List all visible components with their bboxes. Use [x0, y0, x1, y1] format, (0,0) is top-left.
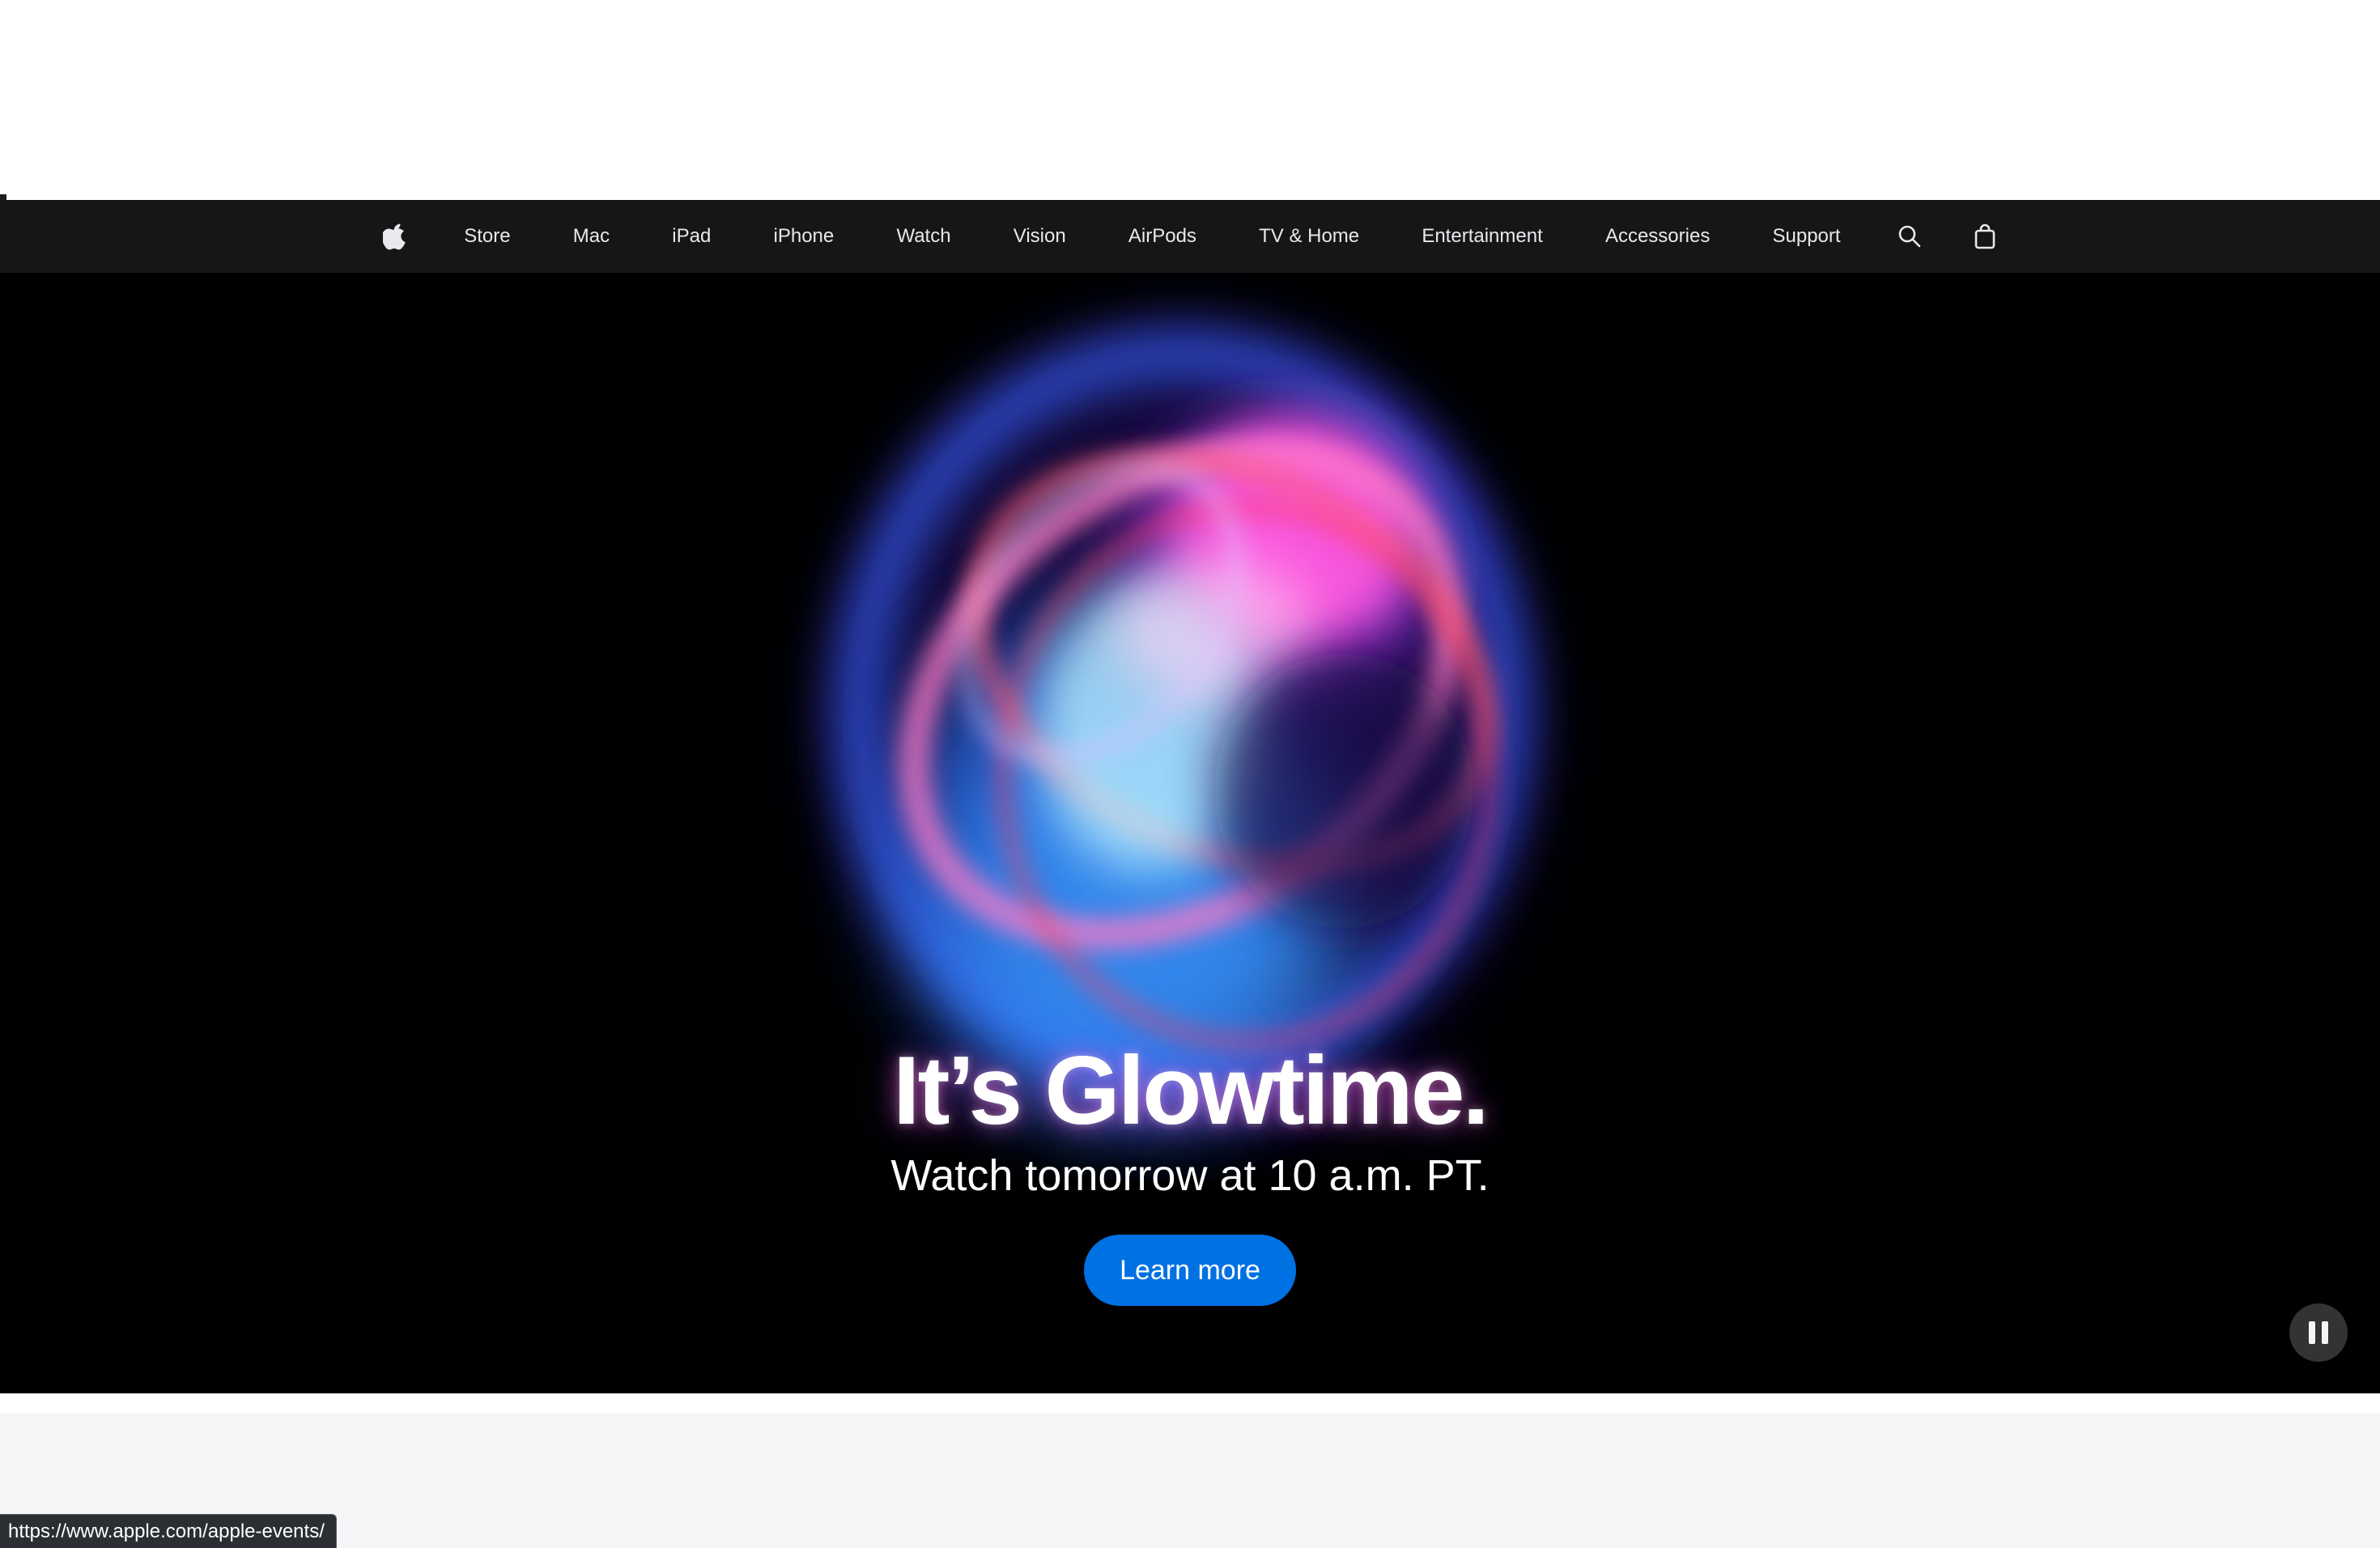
pause-icon [2306, 1321, 2331, 1344]
nav-item-store[interactable]: Store [456, 200, 518, 273]
learn-more-button[interactable]: Learn more [1084, 1235, 1296, 1306]
section-divider [0, 1393, 2380, 1413]
nav-item-entertainment[interactable]: Entertainment [1413, 200, 1550, 273]
bag-icon[interactable] [1970, 200, 2000, 273]
nav-item-accessories[interactable]: Accessories [1597, 200, 1718, 273]
pause-button[interactable] [2289, 1303, 2348, 1362]
nav-item-vision[interactable]: Vision [1005, 200, 1074, 273]
top-blank-area [0, 0, 2380, 201]
nav-item-mac[interactable]: Mac [565, 200, 618, 273]
nav-item-tv-home[interactable]: TV & Home [1251, 200, 1367, 273]
nav-item-airpods[interactable]: AirPods [1120, 200, 1205, 273]
nav-item-ipad[interactable]: iPad [664, 200, 719, 273]
nav-item-support[interactable]: Support [1765, 200, 1849, 273]
global-nav: Store Mac iPad iPhone Watch Vision AirPo… [0, 200, 2380, 273]
page: Store Mac iPad iPhone Watch Vision AirPo… [0, 0, 2380, 1548]
apple-logo-icon[interactable] [380, 200, 410, 273]
hero-section: It’s Glowtime. Watch tomorrow at 10 a.m.… [0, 273, 2380, 1393]
global-nav-list: Store Mac iPad iPhone Watch Vision AirPo… [380, 200, 2000, 273]
hero-headline: It’s Glowtime. [893, 1036, 1490, 1145]
nav-item-watch[interactable]: Watch [888, 200, 958, 273]
nav-item-iphone[interactable]: iPhone [766, 200, 843, 273]
search-icon[interactable] [1895, 200, 1924, 273]
hero-subhead: Watch tomorrow at 10 a.m. PT. [890, 1151, 1490, 1200]
status-bar-url: https://www.apple.com/apple-events/ [0, 1514, 337, 1548]
next-section [0, 1413, 2380, 1548]
